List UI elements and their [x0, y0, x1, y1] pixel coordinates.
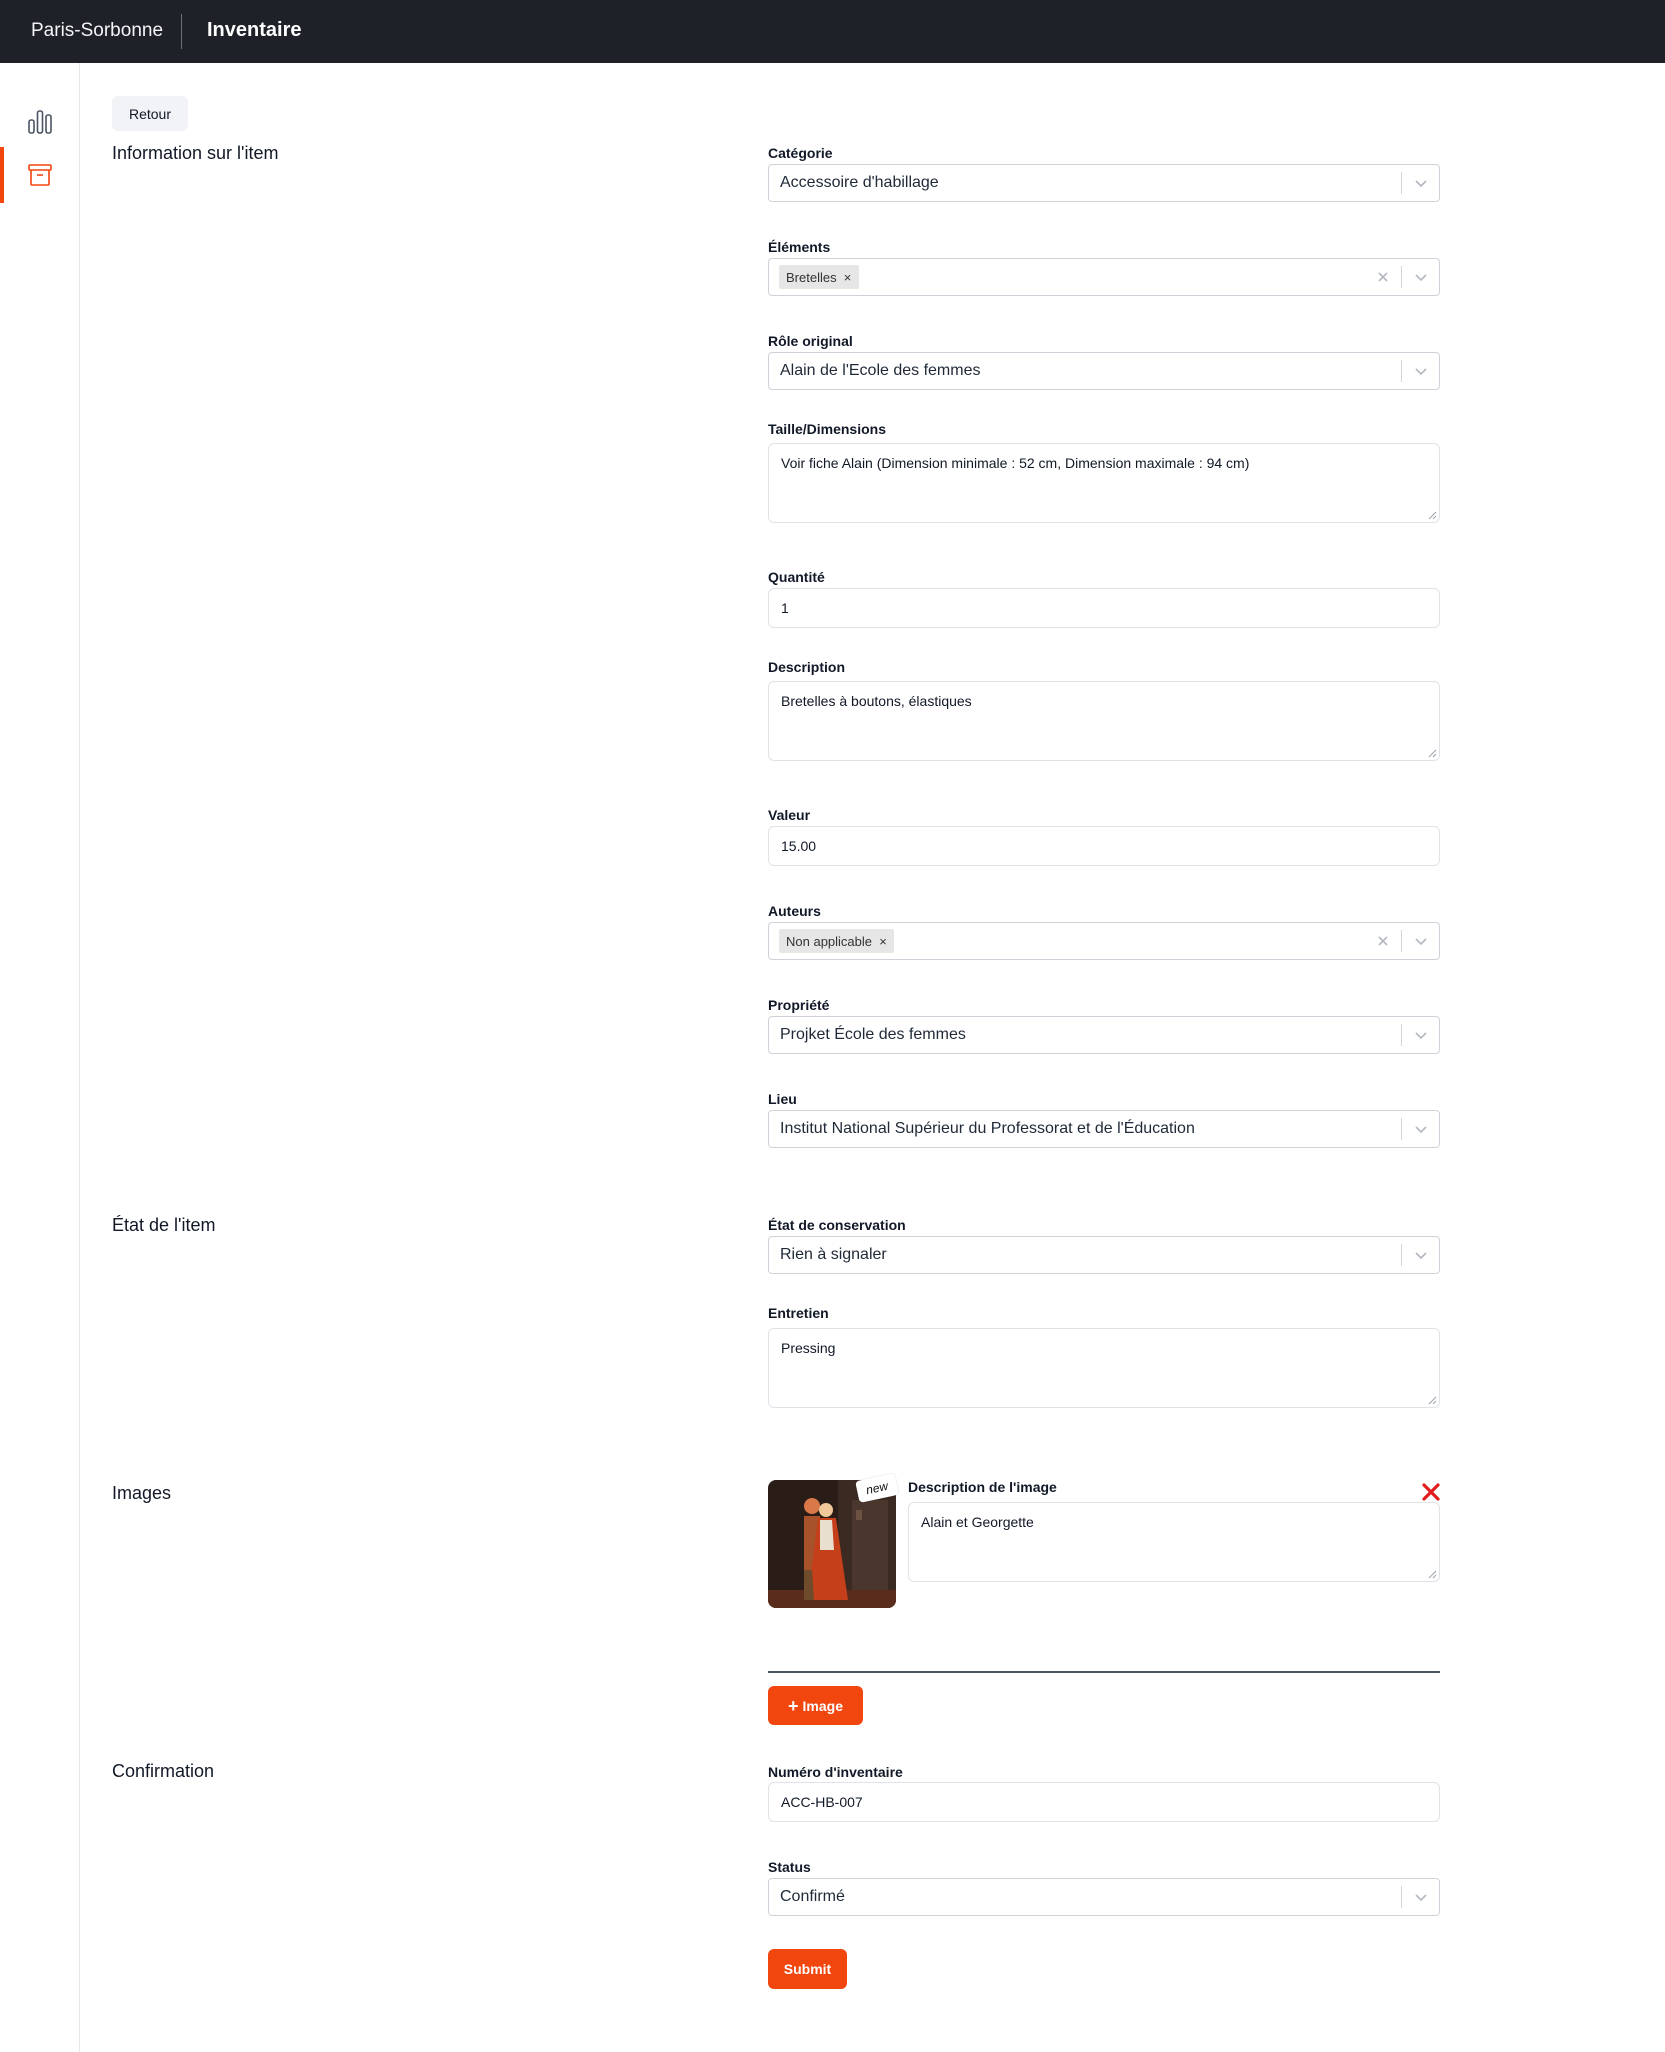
image-description-label: Description de l'image	[908, 1479, 1057, 1495]
chevron-down-icon[interactable]	[1402, 1879, 1439, 1915]
auteurs-chip-label: Non applicable	[786, 933, 873, 949]
resize-handle-icon[interactable]	[1428, 1396, 1437, 1405]
quantite-label: Quantité	[768, 569, 825, 585]
etat-select[interactable]: Rien à signaler	[768, 1236, 1440, 1274]
resize-handle-icon[interactable]	[1428, 511, 1437, 520]
chevron-down-icon[interactable]	[1402, 353, 1439, 389]
lieu-label: Lieu	[768, 1091, 797, 1107]
sidebar	[0, 63, 80, 2052]
status-select[interactable]: Confirmé	[768, 1878, 1440, 1916]
section-title-state: État de l'item	[112, 1215, 216, 1235]
lieu-select[interactable]: Institut National Supérieur du Professor…	[768, 1110, 1440, 1148]
top-navbar: Paris-Sorbonne Inventaire	[0, 0, 1665, 63]
image-description-value: Alain et Georgette	[921, 1514, 1034, 1530]
entretien-label: Entretien	[768, 1305, 829, 1321]
add-image-label: Image	[802, 1697, 843, 1714]
etat-value: Rien à signaler	[780, 1246, 887, 1263]
clear-icon[interactable]	[1365, 259, 1401, 295]
archive-box-icon	[27, 164, 52, 186]
categorie-value: Accessoire d'habillage	[780, 174, 939, 191]
numero-label: Numéro d'inventaire	[768, 1764, 903, 1780]
chevron-down-icon[interactable]	[1402, 1017, 1439, 1053]
numero-input[interactable]: ACC-HB-007	[768, 1782, 1440, 1822]
auteurs-label: Auteurs	[768, 903, 821, 919]
sidebar-item-statistics[interactable]	[0, 94, 79, 150]
taille-textarea[interactable]: Voir fiche Alain (Dimension minimale : 5…	[768, 443, 1440, 523]
app-title[interactable]: Inventaire	[207, 19, 301, 42]
auteurs-chip: Non applicable ×	[779, 929, 895, 953]
header-divider	[181, 14, 182, 49]
etat-label: État de conservation	[768, 1217, 906, 1233]
description-textarea[interactable]: Bretelles à boutons, élastiques	[768, 681, 1440, 761]
status-value: Confirmé	[780, 1888, 845, 1905]
chip-remove-icon[interactable]: ×	[837, 270, 859, 285]
chevron-down-icon[interactable]	[1402, 165, 1439, 201]
role-select[interactable]: Alain de l'Ecole des femmes	[768, 352, 1440, 390]
lieu-value: Institut National Supérieur du Professor…	[780, 1120, 1195, 1137]
images-divider	[768, 1671, 1440, 1673]
description-value: Bretelles à boutons, élastiques	[781, 693, 972, 709]
brand-name[interactable]: Paris-Sorbonne	[31, 20, 163, 42]
chevron-down-icon[interactable]	[1402, 1111, 1439, 1147]
elements-chip-label: Bretelles	[786, 269, 837, 285]
quantite-input[interactable]: 1	[768, 588, 1440, 628]
valeur-label: Valeur	[768, 807, 811, 823]
status-label: Status	[768, 1859, 811, 1875]
propriete-value: Projket École des femmes	[780, 1026, 966, 1043]
elements-chip: Bretelles ×	[779, 265, 859, 289]
sidebar-item-inventory[interactable]	[0, 147, 79, 203]
chip-remove-icon[interactable]: ×	[872, 934, 894, 949]
propriete-select[interactable]: Projket École des femmes	[768, 1016, 1440, 1054]
propriete-label: Propriété	[768, 997, 830, 1013]
chart-bar-icon	[27, 110, 52, 134]
taille-label: Taille/Dimensions	[768, 421, 886, 437]
auteurs-multiselect[interactable]: Non applicable ×	[768, 922, 1440, 960]
role-label: Rôle original	[768, 333, 853, 349]
section-title-images: Images	[112, 1483, 172, 1503]
resize-handle-icon[interactable]	[1428, 749, 1437, 758]
image-description-textarea[interactable]: Alain et Georgette	[908, 1502, 1440, 1582]
chevron-down-icon[interactable]	[1402, 259, 1439, 295]
section-title-info: Information sur l'item	[112, 143, 279, 163]
back-button[interactable]: Retour	[112, 96, 188, 131]
role-value: Alain de l'Ecole des femmes	[780, 362, 981, 379]
remove-image-icon[interactable]	[1419, 1480, 1443, 1504]
categorie-select[interactable]: Accessoire d'habillage	[768, 164, 1440, 202]
section-title-confirmation: Confirmation	[112, 1761, 215, 1781]
taille-value: Voir fiche Alain (Dimension minimale : 5…	[781, 455, 1250, 471]
submit-button[interactable]: Submit	[768, 1949, 847, 1989]
clear-icon[interactable]	[1365, 923, 1401, 959]
entretien-value: Pressing	[781, 1340, 836, 1356]
valeur-input[interactable]: 15.00	[768, 826, 1440, 866]
chevron-down-icon[interactable]	[1402, 1237, 1439, 1273]
description-label: Description	[768, 659, 846, 675]
elements-multiselect[interactable]: Bretelles ×	[768, 258, 1440, 296]
plus-icon: +	[788, 1695, 799, 1716]
add-image-button[interactable]: + Image	[768, 1686, 863, 1725]
resize-handle-icon[interactable]	[1428, 1570, 1437, 1579]
entretien-textarea[interactable]: Pressing	[768, 1328, 1440, 1408]
categorie-label: Catégorie	[768, 145, 833, 161]
elements-label: Éléments	[768, 239, 831, 255]
chevron-down-icon[interactable]	[1402, 923, 1439, 959]
